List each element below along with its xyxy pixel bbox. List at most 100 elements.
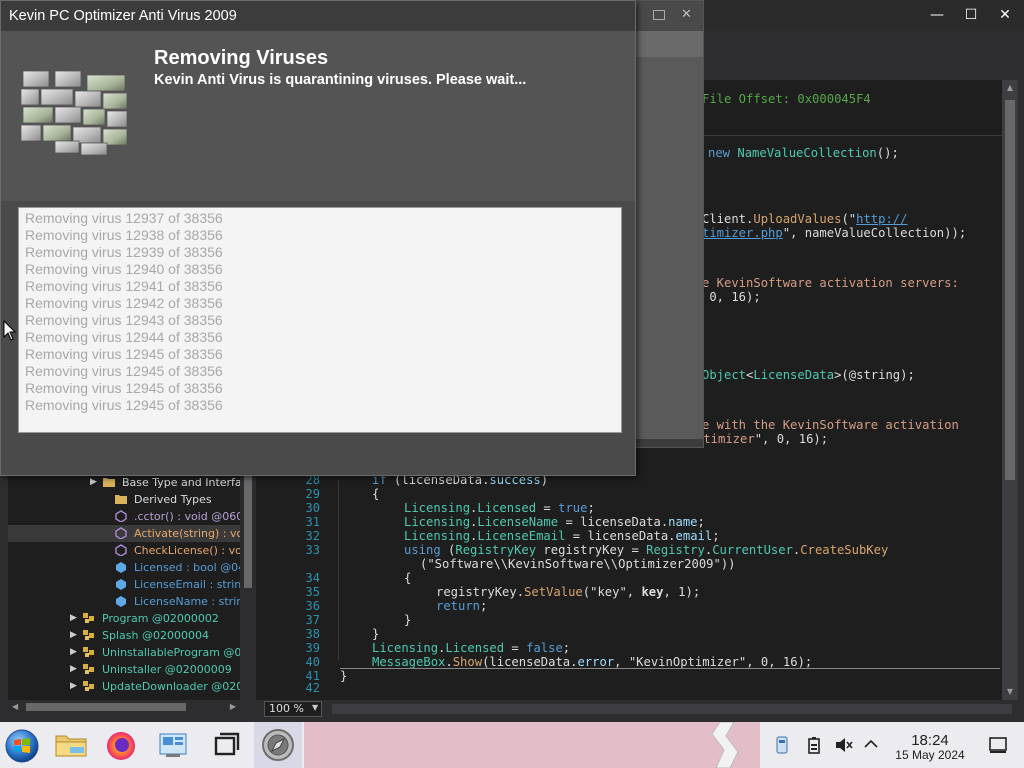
scroll-up-icon[interactable]: ▲: [1002, 80, 1018, 96]
code-token: {: [372, 487, 380, 501]
scroll-thumb[interactable]: [1005, 100, 1015, 480]
code-token: >(@string);: [834, 368, 915, 382]
expand-arrow-icon[interactable]: ▶: [70, 627, 80, 644]
line-number: 39: [305, 641, 320, 655]
tree-item[interactable]: CheckLicense() : void @0: [8, 542, 246, 559]
expand-arrow-icon[interactable]: ▶: [90, 474, 100, 491]
code-token: Object: [702, 368, 747, 382]
class-icon: [82, 646, 96, 658]
tree-item[interactable]: Licensed : bool @040000: [8, 559, 246, 576]
scroll-down-icon[interactable]: ▼: [1002, 684, 1018, 700]
task-view-button[interactable]: [202, 722, 248, 768]
code-token: ("key",: [582, 585, 642, 599]
antivirus-popup-window[interactable]: Kevin PC Optimizer Anti Virus 2009 Remov…: [0, 0, 636, 476]
desktop: — ☐ ✕ File Offset: 0x000045F4 new NameVal…: [0, 0, 1024, 768]
code-token: ;: [697, 515, 705, 529]
class-icon: [82, 663, 96, 675]
close-button[interactable]: ✕: [988, 0, 1022, 30]
editor-vertical-scrollbar[interactable]: ▲ ▼: [1002, 80, 1018, 700]
control-panel-button[interactable]: [150, 722, 196, 768]
maximize-icon[interactable]: [653, 10, 665, 20]
notifications-icon[interactable]: [988, 736, 1008, 754]
property-icon: [114, 561, 128, 573]
assembly-explorer-tree[interactable]: ▶ Base Type and Interface Derived Types .cc…: [8, 470, 256, 700]
editor-horizontal-scrollbar[interactable]: [332, 704, 1012, 714]
code-token: false: [526, 641, 563, 655]
minimize-button[interactable]: —: [920, 0, 954, 30]
maximize-button[interactable]: ☐: [954, 0, 988, 30]
expand-arrow-icon[interactable]: ▶: [70, 644, 80, 661]
expand-arrow-icon[interactable]: ▶: [70, 678, 80, 695]
tree-item-label: Program @02000002: [102, 612, 219, 625]
code-token: {: [404, 571, 412, 585]
code-token: name: [668, 515, 698, 529]
line-number: 29: [305, 487, 320, 501]
code-line: e with the KevinSoftware activation: [702, 418, 959, 432]
tree-vertical-scrollbar[interactable]: [240, 470, 256, 700]
expand-arrow-icon[interactable]: ▶: [70, 661, 80, 678]
close-icon[interactable]: ✕: [681, 7, 692, 22]
virus-removal-log[interactable]: Removing virus 12937 of 38356 Removing vi…: [18, 207, 622, 433]
code-line: timizer.php", nameValueCollection));: [702, 226, 966, 240]
line-number: 30: [305, 501, 320, 515]
file-explorer-button[interactable]: [48, 722, 94, 768]
tree-item[interactable]: Activate(string) : void @0: [8, 525, 246, 542]
line-number: 31: [305, 515, 320, 529]
code-token: .: [445, 655, 453, 669]
log-line: Removing virus 12937 of 38356: [25, 210, 223, 226]
taskbar: [0, 722, 1024, 768]
tree-item[interactable]: LicenseName : string @0: [8, 593, 246, 610]
scroll-thumb[interactable]: [244, 472, 252, 588]
popup-title[interactable]: Kevin PC Optimizer Anti Virus 2009: [1, 1, 635, 31]
code-line: ptimizer", 0, 16);: [696, 432, 828, 446]
code-token: http://: [856, 212, 908, 226]
tree-item[interactable]: LicenseEmail : string @0: [8, 576, 246, 593]
line-number: 37: [305, 613, 320, 627]
log-line: Removing virus 12945 of 38356: [25, 363, 223, 379]
chevron-down-icon[interactable]: ▼: [312, 703, 320, 712]
expand-arrow-icon[interactable]: ▶: [70, 610, 80, 627]
code-line: {: [372, 487, 379, 501]
code-token: ", nameValueCollection));: [782, 226, 967, 240]
scroll-left-icon[interactable]: ◀: [12, 702, 18, 711]
popup-subheading: Kevin Anti Virus is quarantining viruses…: [154, 72, 527, 88]
code-line: {: [404, 571, 411, 585]
tray-expand-icon[interactable]: [864, 738, 878, 750]
tree-item[interactable]: ▶ Splash @02000004: [8, 627, 246, 644]
compass-app-icon: [262, 729, 294, 761]
tree-item[interactable]: .cctor() : void @0600000: [8, 508, 246, 525]
popup-heading: Removing Viruses: [154, 47, 329, 69]
tree-item[interactable]: ▶ UpdateDownloader @020000: [8, 678, 246, 695]
code-token: error: [577, 655, 615, 669]
volume-muted-icon[interactable]: [834, 736, 854, 754]
battery-icon[interactable]: [806, 736, 822, 754]
antivirus-app-button[interactable]: [254, 722, 302, 768]
tree-item-label: Derived Types: [134, 493, 212, 506]
code-token: CreateSubKey: [800, 543, 889, 557]
tree-item[interactable]: ▶ Uninstaller @02000009: [8, 661, 246, 678]
line-number: 35: [305, 585, 320, 599]
code-token: (": [841, 212, 857, 226]
start-button[interactable]: [0, 722, 46, 768]
tree-horizontal-scrollbar[interactable]: ◀ ▶: [8, 700, 240, 714]
code-token: LicenseName: [477, 515, 559, 529]
clock-date[interactable]: 15 May 2024: [888, 748, 972, 762]
scroll-thumb[interactable]: [26, 703, 186, 711]
firefox-button[interactable]: [98, 722, 144, 768]
control-panel-icon: [159, 733, 187, 757]
tree-item[interactable]: ▶ Base Type and Interface: [8, 474, 246, 491]
scroll-right-icon[interactable]: ▶: [230, 702, 236, 711]
code-token: =: [536, 501, 559, 515]
taskbar-pinned-area: [0, 722, 304, 768]
clock-time[interactable]: 18:24: [908, 732, 952, 749]
code-token: (licenseData.: [482, 655, 578, 669]
tree-item[interactable]: ▶ UninstallableProgram @0200: [8, 644, 246, 661]
tree-item[interactable]: ▶ Program @02000002: [8, 610, 246, 627]
tree-item-label: UninstallableProgram @0200: [102, 646, 246, 659]
code-token: 0, 16);: [702, 290, 761, 304]
usb-device-icon[interactable]: [774, 736, 790, 754]
tree-item[interactable]: Derived Types: [8, 491, 246, 508]
code-token: Licensed: [477, 501, 537, 515]
line-number: 33: [305, 543, 320, 557]
method-static-icon: [114, 510, 128, 523]
